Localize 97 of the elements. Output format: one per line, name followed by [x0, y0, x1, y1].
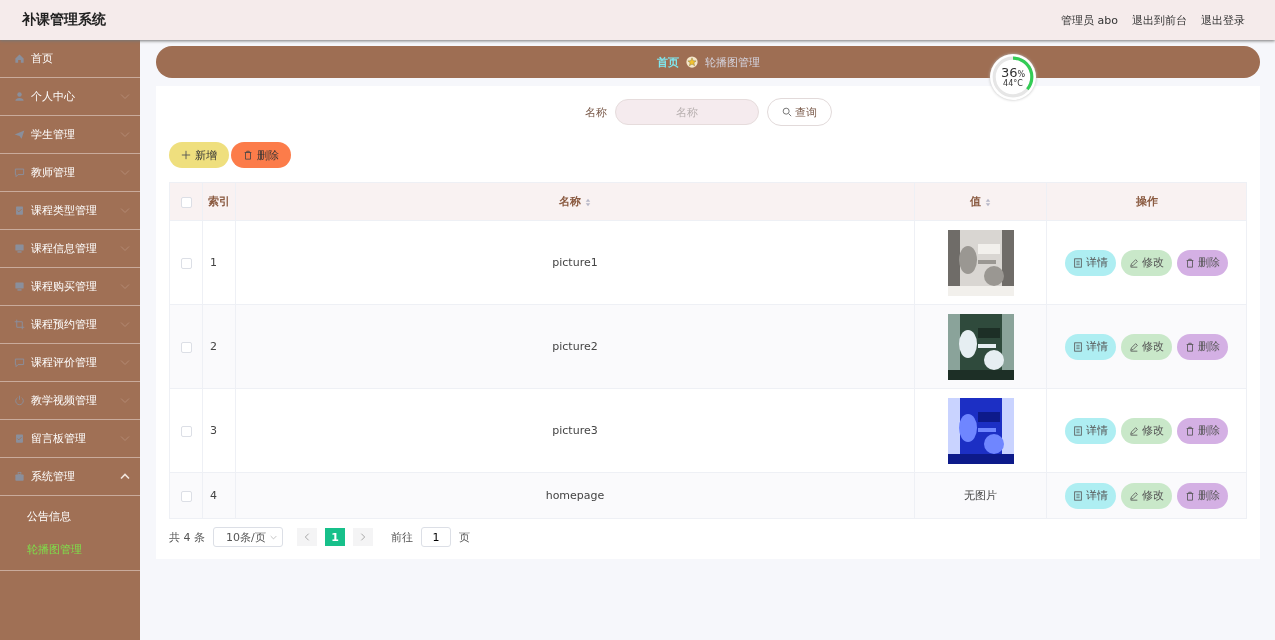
column-header[interactable]: 操作 [1135, 195, 1158, 208]
submenu-item[interactable]: 轮播图管理 [0, 533, 140, 566]
column-header[interactable]: 名称 [559, 195, 581, 208]
chat-icon [14, 167, 25, 178]
submenu-item[interactable]: 公告信息 [0, 500, 140, 533]
page-size-select[interactable]: 10条/页 [213, 527, 283, 547]
sidebar-item[interactable]: 个人中心 [0, 78, 140, 116]
breadcrumb-link[interactable]: 首页 [656, 54, 679, 70]
row-checkbox[interactable] [180, 490, 192, 502]
table-cell: 无图片 [964, 489, 997, 502]
table-cell: 4 [210, 489, 217, 502]
document-icon [1073, 490, 1083, 501]
table-cell: homepage [545, 489, 605, 502]
delete-button[interactable]: 删除 [1177, 417, 1228, 444]
sidebar-item[interactable]: 留言板管理 [0, 420, 140, 458]
table-cell: 1 [210, 256, 217, 269]
sidebar-item[interactable]: 教师管理 [0, 154, 140, 192]
trash-icon [1185, 425, 1195, 436]
total-count: 共 4 条 [169, 529, 205, 545]
breadcrumb-link[interactable]: 轮播图管理 [704, 54, 760, 70]
delete-button[interactable]: 删除 [1177, 249, 1228, 276]
clipboard-icon [14, 205, 25, 216]
paper-plane-icon [14, 129, 25, 140]
star-icon [685, 56, 698, 68]
trash-icon [1185, 257, 1195, 268]
previous-page-button[interactable] [297, 528, 317, 546]
goto-label: 前往 [391, 529, 413, 545]
row-checkbox[interactable] [180, 425, 192, 437]
table-cell: picture3 [552, 424, 598, 437]
document-icon [1073, 341, 1083, 352]
search-icon [781, 107, 792, 117]
table-cell: 2 [210, 340, 217, 353]
details-button[interactable]: 详情 [1065, 333, 1116, 360]
user-label: 管理员 abo [1061, 12, 1118, 28]
temperature-label: 44°C [1003, 79, 1023, 88]
select-all-checkbox[interactable] [180, 196, 192, 208]
column-header[interactable]: 值 [970, 195, 981, 208]
sidebar-item[interactable]: 教学视频管理 [0, 382, 140, 420]
plus-icon [181, 150, 191, 160]
monitor-icon [14, 243, 25, 254]
sidebar-item[interactable]: 课程类型管理 [0, 192, 140, 230]
add-button[interactable]: 新增 [169, 142, 229, 168]
crop-icon [14, 319, 25, 330]
home-icon [14, 53, 25, 64]
search-button[interactable]: 查询 [766, 98, 832, 126]
details-button[interactable]: 详情 [1065, 417, 1116, 444]
monitor-icon [14, 281, 25, 292]
edit-button[interactable]: 修改 [1121, 417, 1172, 444]
sidebar-item[interactable]: 首页 [0, 40, 140, 78]
chevron-left-icon [302, 532, 312, 542]
row-checkbox[interactable] [180, 341, 192, 353]
pencil-icon [1129, 257, 1139, 268]
clipboard-icon [14, 433, 25, 444]
edit-button[interactable]: 修改 [1121, 333, 1172, 360]
chat-icon [14, 357, 25, 368]
pencil-icon [1129, 425, 1139, 436]
page-suffix: 页 [459, 529, 470, 545]
edit-button[interactable]: 修改 [1121, 482, 1172, 509]
pencil-icon [1129, 490, 1139, 501]
document-icon [1073, 257, 1083, 268]
trash-icon [1185, 341, 1195, 352]
sidebar-item[interactable]: 课程预约管理 [0, 306, 140, 344]
power-icon [14, 395, 25, 406]
user-icon [14, 91, 25, 102]
table-cell: picture2 [552, 340, 598, 353]
header-link[interactable]: 退出到前台 [1132, 12, 1187, 28]
row-checkbox[interactable] [180, 257, 192, 269]
trash-icon [243, 150, 253, 160]
app-title: 补课管理系统 [22, 11, 106, 29]
page-input[interactable]: 1 [421, 527, 451, 547]
gauge-percent: 36% [1000, 66, 1026, 79]
table-cell: picture1 [552, 256, 598, 269]
page-number[interactable]: 1 [325, 528, 345, 546]
details-button[interactable]: 详情 [1065, 249, 1116, 276]
trash-icon [1185, 490, 1195, 501]
pencil-icon [1129, 341, 1139, 352]
sidebar-item[interactable]: 课程购买管理 [0, 268, 140, 306]
table-cell: 3 [210, 424, 217, 437]
sort-icon[interactable] [585, 197, 591, 207]
delete-button[interactable]: 删除 [231, 142, 291, 168]
next-page-button[interactable] [353, 528, 373, 546]
document-icon [1073, 425, 1083, 436]
sidebar-item[interactable]: 系统管理 [0, 458, 140, 496]
briefcase-icon [14, 471, 25, 482]
sort-icon[interactable] [985, 197, 991, 207]
sidebar-item[interactable]: 课程信息管理 [0, 230, 140, 268]
search-field[interactable]: 名称 [614, 99, 759, 125]
caret-icon [270, 534, 277, 540]
delete-button[interactable]: 删除 [1177, 482, 1228, 509]
chevron-right-icon [358, 532, 368, 542]
header-link[interactable]: 退出登录 [1201, 12, 1245, 28]
sidebar-item[interactable]: 课程评价管理 [0, 344, 140, 382]
details-button[interactable]: 详情 [1065, 482, 1116, 509]
delete-button[interactable]: 删除 [1177, 333, 1228, 360]
sidebar-item[interactable]: 学生管理 [0, 116, 140, 154]
edit-button[interactable]: 修改 [1121, 249, 1172, 276]
search-label: 名称 [584, 104, 607, 120]
